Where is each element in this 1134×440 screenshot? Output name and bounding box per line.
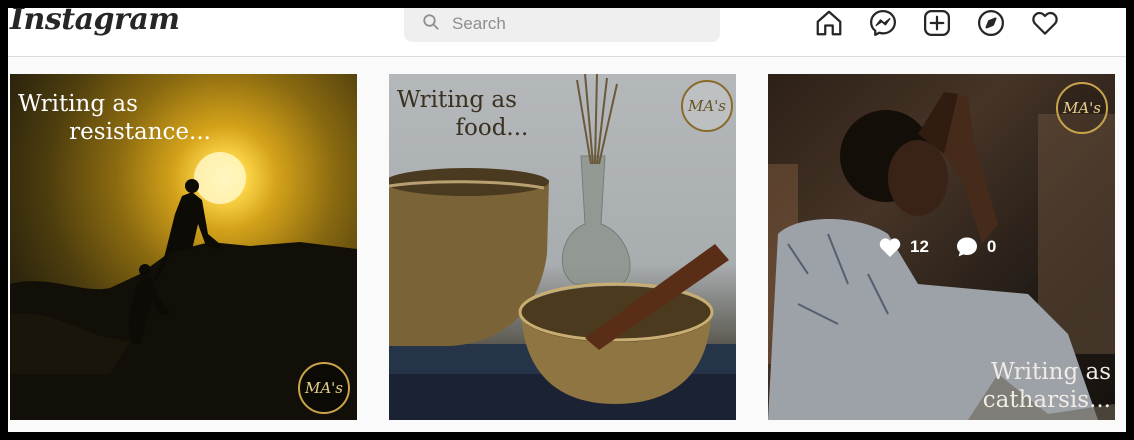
new-post-icon — [924, 10, 950, 36]
activity-button[interactable] — [1030, 8, 1060, 38]
comments-count: 0 — [986, 237, 997, 256]
brand-watermark-logo: MA's — [298, 362, 350, 414]
home-button[interactable] — [814, 8, 844, 38]
search-input[interactable] — [450, 10, 704, 38]
likes-stat: 12 — [878, 236, 929, 258]
post-stats: 12 0 — [878, 236, 996, 258]
brand-watermark-logo: MA's — [1056, 82, 1108, 134]
comments-stat: 0 — [955, 236, 996, 258]
post-caption: Writing as food... — [397, 87, 529, 141]
post-tile-3[interactable]: Writing as catharsis... MA's 12 0 — [768, 74, 1115, 420]
home-icon — [816, 10, 842, 36]
post-tile-1[interactable]: Writing as resistance... MA's — [10, 74, 357, 420]
comment-bubble-icon — [956, 237, 977, 257]
instagram-logo[interactable]: Instagram — [10, 8, 180, 37]
likes-count: 12 — [910, 237, 929, 256]
instagram-window: Instagram Search Writing as resistance..… — [8, 8, 1126, 432]
post-tile-2[interactable]: Writing as food... MA's — [389, 74, 736, 420]
activity-heart-icon — [1032, 11, 1058, 35]
heart-icon — [879, 238, 901, 257]
explore-button[interactable] — [976, 8, 1006, 38]
explore-icon — [978, 10, 1004, 36]
search-icon — [423, 14, 439, 30]
messenger-icon — [870, 10, 896, 36]
messenger-button[interactable] — [868, 8, 898, 38]
post-caption: Writing as resistance... — [18, 91, 211, 145]
new-post-button[interactable] — [922, 8, 952, 38]
search-box[interactable] — [404, 8, 720, 42]
top-navigation-bar: Instagram — [8, 8, 1126, 57]
post-caption: Writing as catharsis... — [982, 359, 1111, 413]
brand-watermark-logo: MA's — [681, 80, 733, 132]
